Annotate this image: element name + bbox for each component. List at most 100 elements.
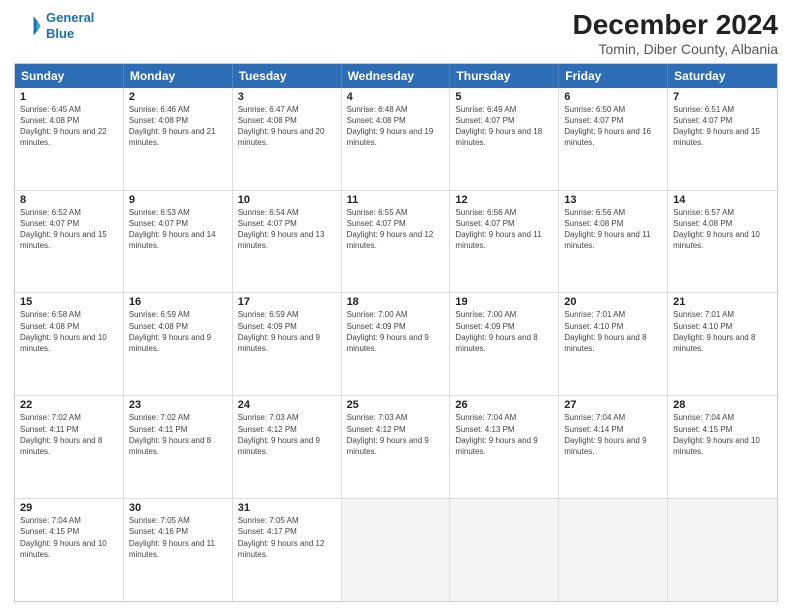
cal-cell-r4-c1: 30 Sunrise: 7:05 AM Sunset: 4:16 PM Dayl… [124, 499, 233, 601]
logo: General Blue [14, 10, 94, 41]
dow-wednesday: Wednesday [342, 64, 451, 88]
title-block: December 2024 Tomin, Diber County, Alban… [573, 10, 778, 57]
cal-cell-r1-c6: 14 Sunrise: 6:57 AM Sunset: 4:08 PM Dayl… [668, 191, 777, 293]
cal-cell-r1-c4: 12 Sunrise: 6:56 AM Sunset: 4:07 PM Dayl… [450, 191, 559, 293]
cal-cell-r4-c6 [668, 499, 777, 601]
cell-info: Sunrise: 7:04 AM Sunset: 4:14 PM Dayligh… [564, 412, 662, 457]
cell-info: Sunrise: 7:04 AM Sunset: 4:15 PM Dayligh… [20, 515, 118, 560]
cal-cell-r1-c5: 13 Sunrise: 6:56 AM Sunset: 4:08 PM Dayl… [559, 191, 668, 293]
cell-info: Sunrise: 6:48 AM Sunset: 4:08 PM Dayligh… [347, 104, 445, 149]
cell-info: Sunrise: 6:58 AM Sunset: 4:08 PM Dayligh… [20, 309, 118, 354]
cell-info: Sunrise: 6:55 AM Sunset: 4:07 PM Dayligh… [347, 207, 445, 252]
cal-cell-r3-c4: 26 Sunrise: 7:04 AM Sunset: 4:13 PM Dayl… [450, 396, 559, 498]
calendar: Sunday Monday Tuesday Wednesday Thursday… [14, 63, 778, 602]
logo-text: General Blue [46, 10, 94, 41]
cal-cell-r0-c0: 1 Sunrise: 6:45 AM Sunset: 4:08 PM Dayli… [15, 88, 124, 190]
cell-info: Sunrise: 6:52 AM Sunset: 4:07 PM Dayligh… [20, 207, 118, 252]
day-number: 28 [673, 399, 772, 411]
dow-sunday: Sunday [15, 64, 124, 88]
day-number: 7 [673, 91, 772, 103]
cell-info: Sunrise: 7:00 AM Sunset: 4:09 PM Dayligh… [455, 309, 553, 354]
cal-cell-r3-c1: 23 Sunrise: 7:02 AM Sunset: 4:11 PM Dayl… [124, 396, 233, 498]
cal-cell-r0-c6: 7 Sunrise: 6:51 AM Sunset: 4:07 PM Dayli… [668, 88, 777, 190]
cal-cell-r0-c3: 4 Sunrise: 6:48 AM Sunset: 4:08 PM Dayli… [342, 88, 451, 190]
day-number: 4 [347, 91, 445, 103]
cal-cell-r0-c4: 5 Sunrise: 6:49 AM Sunset: 4:07 PM Dayli… [450, 88, 559, 190]
day-number: 23 [129, 399, 227, 411]
cal-cell-r4-c4 [450, 499, 559, 601]
cell-info: Sunrise: 6:59 AM Sunset: 4:08 PM Dayligh… [129, 309, 227, 354]
logo-line1: General [46, 10, 94, 25]
dow-monday: Monday [124, 64, 233, 88]
day-number: 22 [20, 399, 118, 411]
cal-cell-r0-c2: 3 Sunrise: 6:47 AM Sunset: 4:08 PM Dayli… [233, 88, 342, 190]
day-number: 20 [564, 296, 662, 308]
day-number: 11 [347, 194, 445, 206]
cal-cell-r1-c2: 10 Sunrise: 6:54 AM Sunset: 4:07 PM Dayl… [233, 191, 342, 293]
cell-info: Sunrise: 6:56 AM Sunset: 4:07 PM Dayligh… [455, 207, 553, 252]
day-number: 29 [20, 502, 118, 514]
dow-thursday: Thursday [450, 64, 559, 88]
day-number: 21 [673, 296, 772, 308]
cell-info: Sunrise: 7:01 AM Sunset: 4:10 PM Dayligh… [673, 309, 772, 354]
cell-info: Sunrise: 6:50 AM Sunset: 4:07 PM Dayligh… [564, 104, 662, 149]
day-number: 13 [564, 194, 662, 206]
day-number: 24 [238, 399, 336, 411]
cell-info: Sunrise: 6:56 AM Sunset: 4:08 PM Dayligh… [564, 207, 662, 252]
logo-icon [14, 12, 42, 40]
cell-info: Sunrise: 6:46 AM Sunset: 4:08 PM Dayligh… [129, 104, 227, 149]
page: General Blue December 2024 Tomin, Diber … [0, 0, 792, 612]
cal-cell-r2-c2: 17 Sunrise: 6:59 AM Sunset: 4:09 PM Dayl… [233, 293, 342, 395]
cal-cell-r4-c3 [342, 499, 451, 601]
cal-row-1: 8 Sunrise: 6:52 AM Sunset: 4:07 PM Dayli… [15, 190, 777, 293]
page-subtitle: Tomin, Diber County, Albania [573, 41, 778, 57]
cal-cell-r1-c0: 8 Sunrise: 6:52 AM Sunset: 4:07 PM Dayli… [15, 191, 124, 293]
day-number: 5 [455, 91, 553, 103]
cal-row-3: 22 Sunrise: 7:02 AM Sunset: 4:11 PM Dayl… [15, 395, 777, 498]
day-number: 14 [673, 194, 772, 206]
day-number: 3 [238, 91, 336, 103]
day-number: 16 [129, 296, 227, 308]
day-number: 12 [455, 194, 553, 206]
cell-info: Sunrise: 6:51 AM Sunset: 4:07 PM Dayligh… [673, 104, 772, 149]
cal-cell-r1-c1: 9 Sunrise: 6:53 AM Sunset: 4:07 PM Dayli… [124, 191, 233, 293]
day-number: 6 [564, 91, 662, 103]
cell-info: Sunrise: 7:01 AM Sunset: 4:10 PM Dayligh… [564, 309, 662, 354]
cell-info: Sunrise: 7:00 AM Sunset: 4:09 PM Dayligh… [347, 309, 445, 354]
day-number: 18 [347, 296, 445, 308]
cal-cell-r4-c0: 29 Sunrise: 7:04 AM Sunset: 4:15 PM Dayl… [15, 499, 124, 601]
cell-info: Sunrise: 6:47 AM Sunset: 4:08 PM Dayligh… [238, 104, 336, 149]
cell-info: Sunrise: 6:54 AM Sunset: 4:07 PM Dayligh… [238, 207, 336, 252]
day-number: 19 [455, 296, 553, 308]
cell-info: Sunrise: 7:05 AM Sunset: 4:17 PM Dayligh… [238, 515, 336, 560]
day-number: 27 [564, 399, 662, 411]
day-number: 31 [238, 502, 336, 514]
cal-cell-r3-c6: 28 Sunrise: 7:04 AM Sunset: 4:15 PM Dayl… [668, 396, 777, 498]
cal-cell-r2-c1: 16 Sunrise: 6:59 AM Sunset: 4:08 PM Dayl… [124, 293, 233, 395]
cal-cell-r3-c5: 27 Sunrise: 7:04 AM Sunset: 4:14 PM Dayl… [559, 396, 668, 498]
dow-saturday: Saturday [668, 64, 777, 88]
dow-tuesday: Tuesday [233, 64, 342, 88]
cell-info: Sunrise: 6:45 AM Sunset: 4:08 PM Dayligh… [20, 104, 118, 149]
header: General Blue December 2024 Tomin, Diber … [14, 10, 778, 57]
cell-info: Sunrise: 6:57 AM Sunset: 4:08 PM Dayligh… [673, 207, 772, 252]
day-number: 15 [20, 296, 118, 308]
cell-info: Sunrise: 6:49 AM Sunset: 4:07 PM Dayligh… [455, 104, 553, 149]
cell-info: Sunrise: 7:02 AM Sunset: 4:11 PM Dayligh… [20, 412, 118, 457]
cal-row-2: 15 Sunrise: 6:58 AM Sunset: 4:08 PM Dayl… [15, 292, 777, 395]
logo-line2: Blue [46, 26, 74, 41]
cal-row-0: 1 Sunrise: 6:45 AM Sunset: 4:08 PM Dayli… [15, 88, 777, 190]
cal-row-4: 29 Sunrise: 7:04 AM Sunset: 4:15 PM Dayl… [15, 498, 777, 601]
cal-cell-r2-c5: 20 Sunrise: 7:01 AM Sunset: 4:10 PM Dayl… [559, 293, 668, 395]
cal-cell-r4-c5 [559, 499, 668, 601]
cell-info: Sunrise: 6:53 AM Sunset: 4:07 PM Dayligh… [129, 207, 227, 252]
day-number: 10 [238, 194, 336, 206]
cal-cell-r3-c2: 24 Sunrise: 7:03 AM Sunset: 4:12 PM Dayl… [233, 396, 342, 498]
cal-cell-r2-c6: 21 Sunrise: 7:01 AM Sunset: 4:10 PM Dayl… [668, 293, 777, 395]
day-number: 2 [129, 91, 227, 103]
page-title: December 2024 [573, 10, 778, 41]
cal-cell-r3-c3: 25 Sunrise: 7:03 AM Sunset: 4:12 PM Dayl… [342, 396, 451, 498]
cell-info: Sunrise: 6:59 AM Sunset: 4:09 PM Dayligh… [238, 309, 336, 354]
cal-cell-r3-c0: 22 Sunrise: 7:02 AM Sunset: 4:11 PM Dayl… [15, 396, 124, 498]
cell-info: Sunrise: 7:04 AM Sunset: 4:15 PM Dayligh… [673, 412, 772, 457]
